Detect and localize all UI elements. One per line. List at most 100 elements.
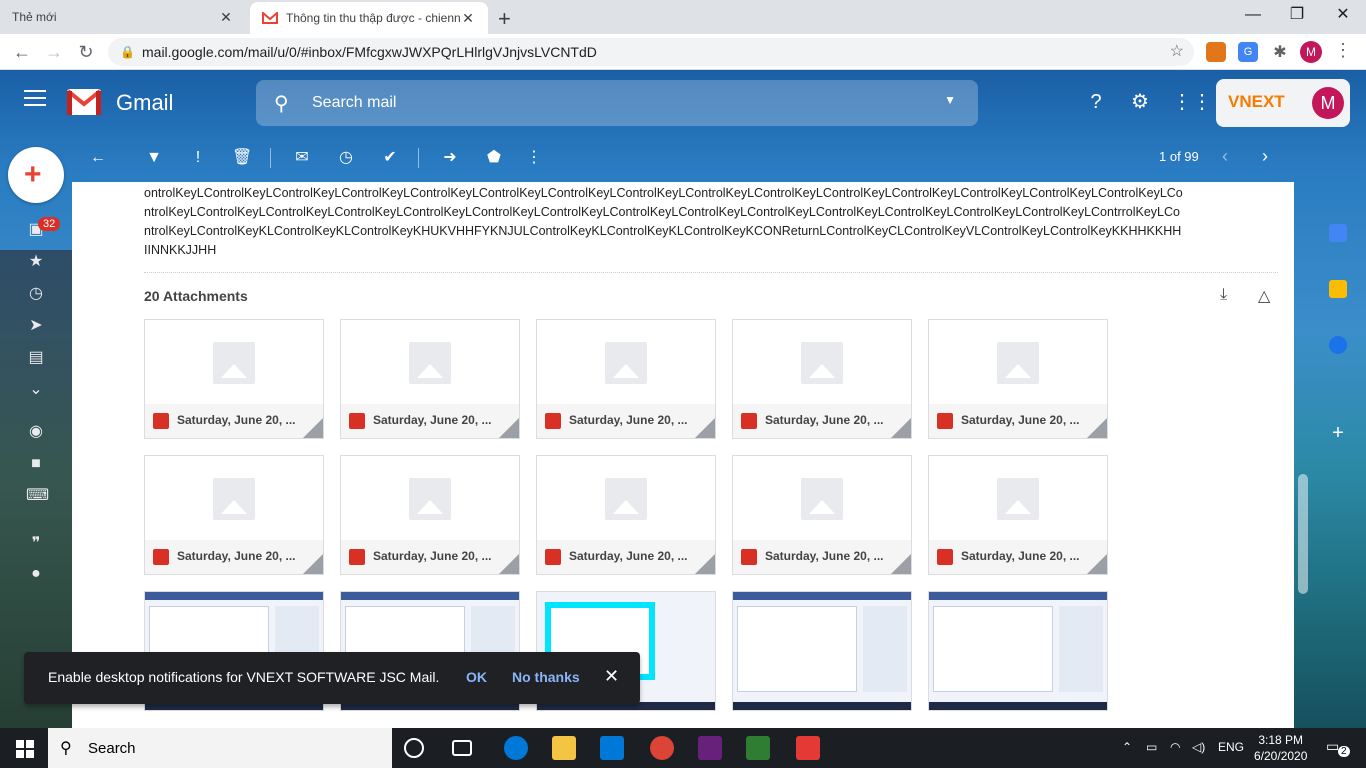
download-all-icon[interactable]: ⤓ — [1220, 286, 1227, 304]
meet-icon[interactable]: ◉ — [26, 422, 46, 442]
tab-gmail[interactable]: Thông tin thu thập được - chienn ✕ — [250, 2, 488, 34]
add-to-tasks-icon[interactable]: ✔ — [380, 148, 400, 168]
metamask-extension-icon[interactable] — [1206, 42, 1226, 62]
maximize-icon[interactable]: ❐ — [1274, 0, 1320, 30]
store-icon[interactable] — [600, 736, 624, 760]
chrome-profile-avatar[interactable]: M — [1300, 41, 1322, 63]
older-chevron-icon[interactable]: › — [1262, 146, 1268, 167]
attachment-card[interactable]: Saturday, June 20, ... — [340, 319, 520, 439]
new-tab-icon[interactable]: + — [498, 6, 511, 32]
chrome-icon[interactable] — [650, 736, 674, 760]
get-addons-icon[interactable]: + — [1329, 423, 1347, 443]
visual-studio-icon[interactable] — [698, 736, 722, 760]
bookmark-star-icon[interactable]: ☆ — [1170, 38, 1184, 66]
unread-count-badge: 32 — [38, 217, 61, 231]
reload-icon[interactable]: ↻ — [74, 40, 98, 64]
keyboard-icon[interactable]: ⌨ — [26, 486, 49, 506]
mark-unread-icon[interactable]: ✉ — [292, 148, 312, 168]
minimize-icon[interactable]: — — [1230, 0, 1276, 30]
more-chevron-icon[interactable]: ⌄ — [26, 380, 46, 400]
drafts-icon[interactable]: ▤ — [26, 348, 46, 368]
attachment-card[interactable]: Saturday, June 20, ... — [536, 319, 716, 439]
attachment-card[interactable]: Saturday, June 20, ... — [732, 455, 912, 575]
cortana-icon[interactable] — [404, 738, 424, 758]
attachment-card[interactable]: Saturday, June 20, ... — [536, 455, 716, 575]
search-icon[interactable]: ⚲ — [274, 91, 289, 116]
account-switcher[interactable]: VNEXT M — [1216, 79, 1350, 127]
avatar[interactable]: M — [1312, 87, 1344, 119]
url-input[interactable]: 🔒 mail.google.com/mail/u/0/#inbox/FMfcgx… — [108, 38, 1194, 66]
keep-icon[interactable] — [1329, 280, 1347, 298]
forward-icon[interactable]: → — [42, 40, 66, 64]
move-to-icon[interactable]: ➜ — [440, 148, 460, 168]
main-menu-icon[interactable] — [24, 90, 46, 108]
image-placeholder-icon — [605, 478, 647, 520]
contact-avatar-icon[interactable]: ● — [26, 564, 46, 584]
newer-chevron-icon[interactable]: ‹ — [1222, 146, 1228, 167]
attachment-card[interactable]: Saturday, June 20, ... — [928, 455, 1108, 575]
tab-title: Thẻ mới — [12, 10, 57, 24]
hangouts-icon[interactable]: ❞ — [26, 534, 46, 554]
attachment-card[interactable]: Saturday, June 20, ... — [340, 455, 520, 575]
start-button[interactable] — [0, 728, 48, 768]
translate-extension-icon[interactable]: G — [1238, 42, 1258, 62]
labels-icon[interactable]: ⬟ — [484, 148, 504, 168]
tab-new-tab[interactable]: Thẻ mới ✕ — [0, 0, 246, 34]
archive-icon[interactable]: ▼ — [144, 148, 164, 168]
attachment-name: Saturday, June 20, ... — [177, 413, 296, 427]
back-icon[interactable]: ← — [10, 40, 34, 64]
attachment-card[interactable]: Saturday, June 20, ... — [928, 319, 1108, 439]
snackbar-close-icon[interactable]: ✕ — [604, 666, 619, 687]
save-to-drive-icon[interactable]: △ — [1258, 286, 1270, 306]
close-tab-icon[interactable]: ✕ — [460, 10, 476, 27]
gmail-logo-icon[interactable] — [66, 88, 102, 116]
report-spam-icon[interactable]: ! — [188, 148, 208, 168]
tray-chevron-icon[interactable]: ⌃ — [1122, 740, 1132, 754]
calendar-icon[interactable] — [1329, 224, 1347, 242]
search-icon: ⚲ — [60, 740, 72, 757]
apps-grid-icon[interactable]: ⋮⋮ — [1172, 90, 1212, 114]
snoozed-icon[interactable]: ◷ — [26, 284, 46, 304]
notepad-plus-icon[interactable] — [746, 736, 770, 760]
search-options-icon[interactable]: ▼ — [944, 93, 956, 107]
delete-icon[interactable]: 🗑 — [232, 148, 252, 168]
message-scrollbar[interactable] — [1298, 474, 1308, 594]
edge-icon[interactable] — [504, 736, 528, 760]
search-bar[interactable]: ⚲ ▼ — [256, 80, 978, 126]
snooze-icon[interactable]: ◷ — [336, 148, 356, 168]
volume-icon[interactable]: ◁) — [1192, 740, 1205, 754]
attachment-card[interactable]: Saturday, June 20, ... — [732, 319, 912, 439]
attachment-thumbnail[interactable] — [928, 591, 1108, 711]
compose-button[interactable]: + — [8, 147, 64, 203]
extensions-puzzle-icon[interactable]: ✱ — [1270, 42, 1290, 62]
gmail-app: Gmail ⚲ ▼ ? ⚙ ⋮⋮ VNEXT M + ▣ 32 ★ ◷ ➤ ▤ … — [0, 70, 1366, 728]
starred-icon[interactable]: ★ — [26, 252, 46, 272]
attachment-card[interactable]: Saturday, June 20, ... — [144, 455, 324, 575]
help-icon[interactable]: ? — [1084, 90, 1108, 114]
url-text: mail.google.com/mail/u/0/#inbox/FMfcgxwJ… — [142, 44, 597, 60]
close-tab-icon[interactable]: ✕ — [218, 9, 234, 26]
file-explorer-icon[interactable] — [552, 736, 576, 760]
snackbar-ok-button[interactable]: OK — [466, 669, 487, 685]
battery-icon[interactable]: ▭ — [1146, 740, 1157, 754]
image-file-icon — [937, 549, 953, 565]
account-brand: VNEXT — [1228, 92, 1285, 111]
task-view-icon[interactable] — [452, 740, 472, 756]
wifi-icon[interactable]: ◠ — [1170, 740, 1180, 754]
input-language[interactable]: ENG — [1218, 740, 1244, 754]
more-actions-icon[interactable]: ⋮ — [524, 148, 544, 168]
taskbar-search[interactable]: ⚲ Search — [48, 728, 392, 768]
attachment-thumbnail[interactable] — [732, 591, 912, 711]
back-to-inbox-icon[interactable]: ← — [88, 148, 108, 168]
taskbar-clock[interactable]: 3:18 PM 6/20/2020 — [1254, 732, 1307, 764]
tasks-icon[interactable] — [1329, 336, 1347, 354]
search-input[interactable] — [312, 92, 912, 114]
sent-icon[interactable]: ➤ — [26, 316, 46, 336]
attachment-card[interactable]: Saturday, June 20, ... — [144, 319, 324, 439]
close-window-icon[interactable]: ✕ — [1320, 0, 1366, 30]
chrome-menu-icon[interactable]: ⋮ — [1334, 40, 1352, 61]
app-icon[interactable] — [796, 736, 820, 760]
settings-gear-icon[interactable]: ⚙ — [1128, 90, 1152, 114]
snackbar-no-thanks-button[interactable]: No thanks — [512, 669, 580, 685]
new-meeting-icon[interactable]: ■ — [26, 454, 46, 474]
